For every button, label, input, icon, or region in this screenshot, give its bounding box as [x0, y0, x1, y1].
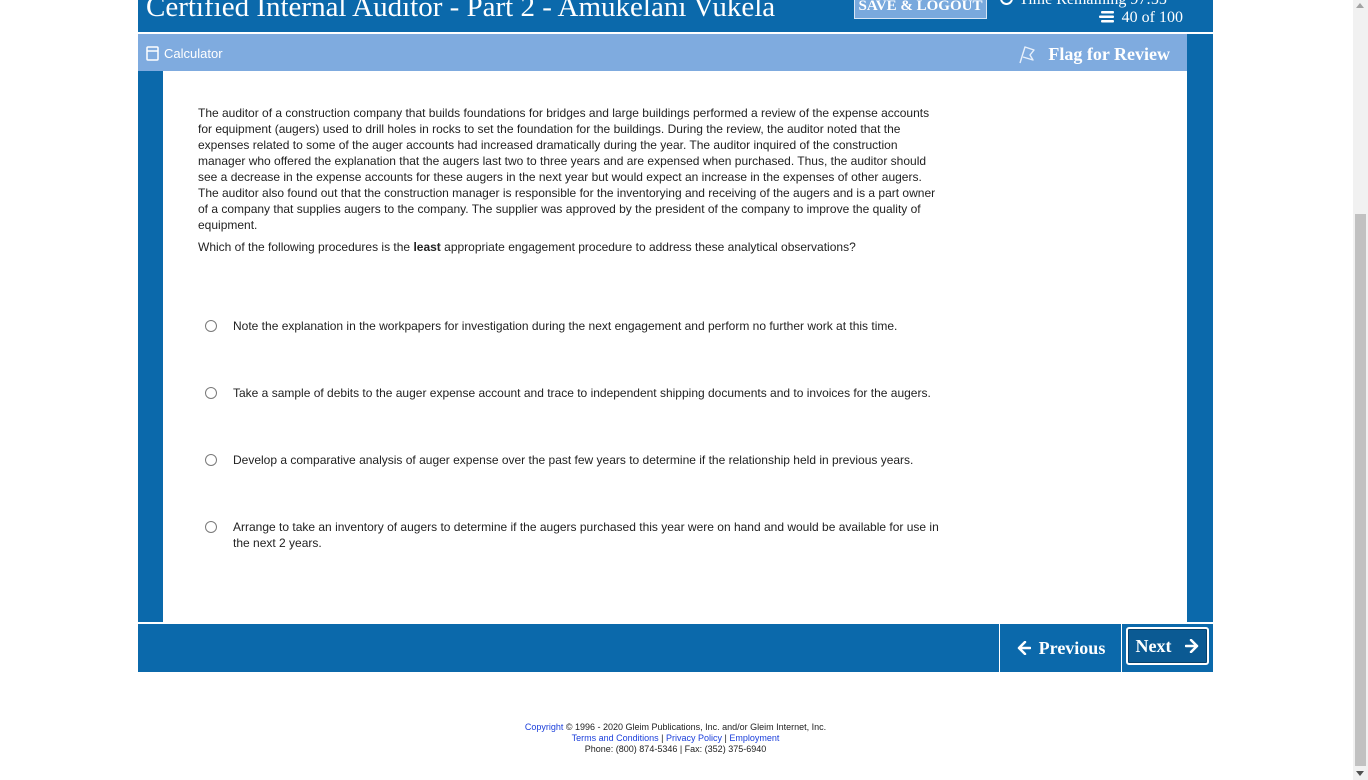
exam-header: Certified Internal Auditor - Part 2 - Am… [138, 0, 1213, 32]
answer-option-text: Note the explanation in the workpapers f… [233, 319, 898, 333]
scroll-up-arrow-icon[interactable] [1356, 3, 1364, 8]
emphasis-least: least [413, 240, 441, 254]
terms-link[interactable]: Terms and Conditions [572, 733, 659, 743]
footer-links: Terms and Conditions | Privacy Policy | … [571, 733, 780, 743]
answer-option-text: Arrange to take an inventory of augers t… [233, 520, 939, 550]
radio-button[interactable] [205, 521, 217, 533]
calculator-icon [146, 46, 159, 61]
scroll-thumb[interactable] [1355, 214, 1366, 766]
flag-for-review-button[interactable]: Flag for Review [1018, 44, 1170, 65]
scroll-down-arrow-icon[interactable] [1356, 771, 1364, 776]
question-counter: 40 of 100 [1098, 9, 1183, 29]
answer-option-text: Take a sample of debits to the auger exp… [233, 386, 931, 400]
radio-button[interactable] [205, 454, 217, 466]
next-label: Next [1135, 635, 1172, 656]
page-footer: Copyright © 1996 - 2020 Gleim Publicatio… [138, 722, 1213, 755]
employment-link[interactable]: Employment [729, 733, 779, 743]
previous-button[interactable]: Previous [1001, 624, 1121, 672]
time-remaining: Time Remaining 97:55 [1000, 0, 1167, 9]
left-frame-bar [138, 71, 163, 622]
copyright-line: Copyright © 1996 - 2020 Gleim Publicatio… [138, 722, 1213, 733]
flag-for-review-label: Flag for Review [1048, 44, 1170, 64]
toolbar: Calculator Flag for Review [138, 34, 1187, 71]
radio-button[interactable] [205, 320, 217, 332]
previous-label: Previous [1038, 637, 1106, 658]
radio-button[interactable] [205, 387, 217, 399]
page-scrollbar[interactable] [1353, 0, 1368, 780]
contact-line: Phone: (800) 874-5346 | Fax: (352) 375-6… [584, 744, 767, 754]
answer-option-text: Develop a comparative analysis of auger … [233, 453, 914, 467]
time-remaining-label: Time Remaining 97:55 [1019, 0, 1167, 8]
calculator-label: Calculator [164, 46, 223, 61]
exam-title: Certified Internal Auditor - Part 2 - Am… [146, 0, 776, 23]
copyright-link[interactable]: Copyright [525, 722, 564, 732]
clock-icon [1000, 0, 1013, 5]
privacy-link[interactable]: Privacy Policy [666, 733, 722, 743]
next-button[interactable]: Next [1126, 627, 1209, 665]
question-panel: The auditor of a construction company th… [163, 71, 1187, 622]
flag-icon [1019, 46, 1036, 64]
copyright-text: © 1996 - 2020 Gleim Publications, Inc. a… [563, 722, 827, 732]
arrow-left-icon [1017, 641, 1031, 655]
arrow-right-icon [1185, 639, 1199, 653]
right-frame-bar [1187, 34, 1213, 622]
nav-divider [1121, 624, 1122, 672]
calculator-button[interactable]: Calculator [146, 46, 223, 61]
question-stack-icon [1098, 10, 1116, 29]
nav-divider [999, 624, 1000, 672]
navigation-bar: Previous Next [138, 624, 1213, 672]
question-stem: The auditor of a construction company th… [198, 106, 936, 232]
save-logout-button[interactable]: SAVE & LOGOUT [854, 0, 987, 19]
question-prompt: Which of the following procedures is the… [198, 240, 856, 254]
question-count-label: 40 of 100 [1121, 9, 1183, 26]
